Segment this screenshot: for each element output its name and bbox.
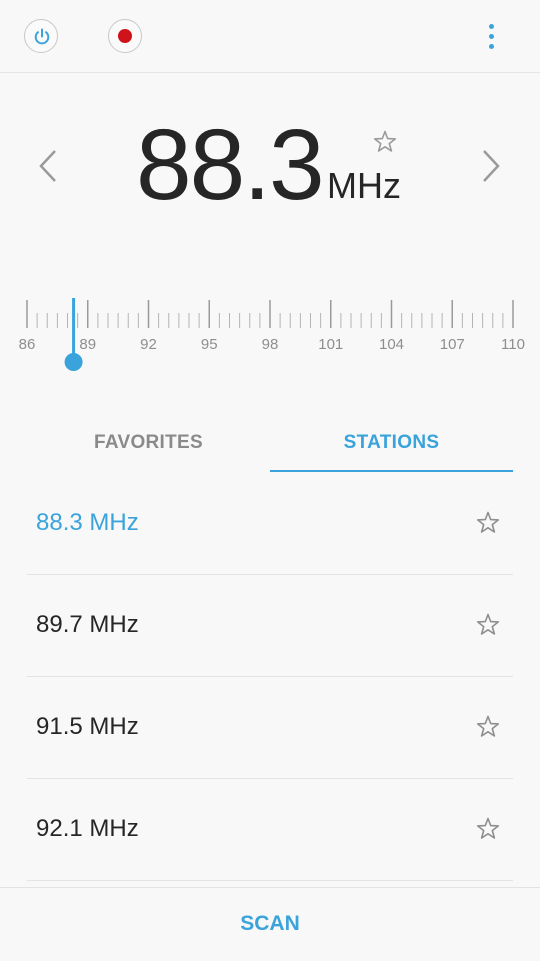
dial-tick-label: 107 <box>440 336 465 353</box>
station-row[interactable]: 91.5 MHz <box>27 677 513 779</box>
station-favorite-button[interactable] <box>476 613 500 637</box>
more-options-button[interactable] <box>480 22 504 52</box>
station-row[interactable]: 92.1 MHz <box>27 779 513 881</box>
power-icon <box>34 28 50 45</box>
tab-stations[interactable]: STATIONS <box>270 414 513 472</box>
station-favorite-button[interactable] <box>476 715 500 739</box>
selected-tab-indicator <box>270 470 513 472</box>
station-favorite-button[interactable] <box>476 511 500 535</box>
star-outline-icon <box>476 715 500 737</box>
frequency-dial[interactable]: 86 89 92 95 98 101 104 107 110 <box>0 290 540 380</box>
top-bar <box>0 0 540 73</box>
dial-tick-label: 104 <box>379 336 404 353</box>
frequency-unit: MHz <box>327 165 401 206</box>
station-frequency: 92.1 MHz <box>36 815 139 842</box>
chevron-right-icon <box>483 150 500 182</box>
station-row[interactable]: 89.7 MHz <box>27 575 513 677</box>
favorite-toggle[interactable] <box>373 130 397 154</box>
next-station-button[interactable] <box>476 146 506 186</box>
station-frequency: 89.7 MHz <box>36 611 139 638</box>
dial-tick-label: 95 <box>201 336 218 353</box>
previous-station-button[interactable] <box>34 146 64 186</box>
dial-handle[interactable] <box>64 353 83 371</box>
star-outline-icon <box>476 511 500 533</box>
station-list: 88.3 MHz 89.7 MHz 91.5 MHz 92.1 MHz <box>27 473 513 881</box>
current-frequency: 88.3 <box>136 109 325 221</box>
station-frequency: 88.3 MHz <box>36 509 139 536</box>
station-favorite-button[interactable] <box>476 817 500 841</box>
dial-tick-label: 92 <box>140 336 157 353</box>
dial-tick-label: 86 <box>19 336 36 353</box>
record-icon <box>118 29 132 43</box>
dial-tick-label: 110 <box>501 336 525 353</box>
scan-button[interactable]: SCAN <box>200 904 340 944</box>
power-button[interactable] <box>24 19 58 53</box>
station-row[interactable]: 88.3 MHz <box>27 473 513 575</box>
star-outline-icon <box>476 817 500 839</box>
more-vertical-icon <box>489 24 494 29</box>
dial-tick-label: 98 <box>262 336 279 353</box>
chevron-left-icon <box>39 150 56 182</box>
star-outline-icon <box>373 130 397 152</box>
dial-tick-label: 101 <box>318 336 343 353</box>
bottom-bar: SCAN <box>0 887 540 961</box>
station-frequency: 91.5 MHz <box>36 713 139 740</box>
record-button[interactable] <box>108 19 142 53</box>
tab-favorites[interactable]: FAVORITES <box>27 414 270 472</box>
tab-bar: FAVORITES STATIONS <box>27 414 513 474</box>
star-outline-icon <box>476 613 500 635</box>
dial-tick-label: 89 <box>79 336 96 353</box>
